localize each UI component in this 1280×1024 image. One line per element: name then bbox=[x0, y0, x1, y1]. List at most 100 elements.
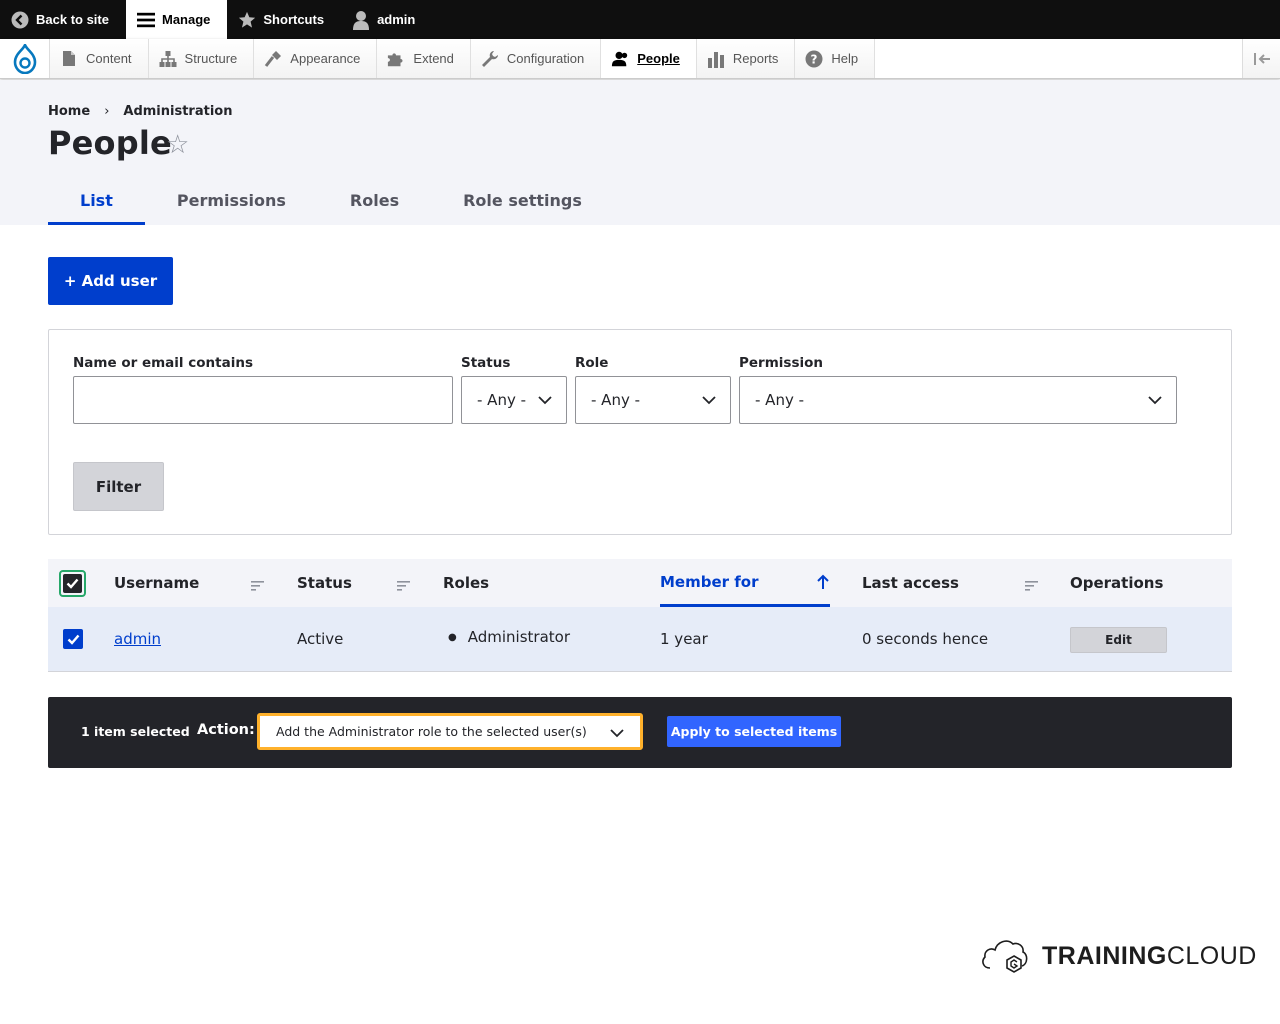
tray-item-reports[interactable]: Reports bbox=[696, 39, 796, 78]
star-icon bbox=[238, 11, 256, 29]
primary-tabs: List Permissions Roles Role settings bbox=[48, 180, 614, 225]
column-operations: Operations bbox=[1070, 574, 1164, 592]
wrench-icon bbox=[481, 50, 499, 68]
column-roles: Roles bbox=[443, 574, 490, 592]
breadcrumb-separator: › bbox=[104, 104, 110, 119]
tab-roles[interactable]: Roles bbox=[318, 180, 431, 225]
apply-button[interactable]: Apply to selected items bbox=[667, 716, 841, 747]
tray-item-people[interactable]: People bbox=[601, 39, 697, 78]
cloud-icon bbox=[980, 934, 1030, 978]
tab-list[interactable]: List bbox=[48, 180, 145, 225]
status-cell: Active bbox=[297, 630, 344, 648]
permission-select-value: - Any - bbox=[755, 391, 805, 409]
chevron-down-icon bbox=[538, 393, 552, 411]
tab-permissions[interactable]: Permissions bbox=[145, 180, 318, 225]
role-select-value: - Any - bbox=[591, 391, 641, 409]
filter-button[interactable]: Filter bbox=[73, 462, 164, 511]
breadcrumb-home[interactable]: Home bbox=[48, 104, 90, 119]
wordmark-normal: CLOUD bbox=[1166, 941, 1257, 970]
tray-item-help[interactable]: ? Help bbox=[795, 39, 876, 78]
action-select[interactable]: Add the Administrator role to the select… bbox=[257, 713, 643, 750]
table-row: admin Active ● Administrator 1 year 0 se… bbox=[48, 607, 1232, 672]
shortcuts-tab[interactable]: Shortcuts bbox=[227, 0, 341, 39]
admin-tray: Content Structure Appearance Extend Conf… bbox=[0, 39, 1280, 79]
svg-text:?: ? bbox=[811, 52, 818, 66]
user-icon bbox=[352, 10, 370, 30]
hamburger-icon bbox=[136, 11, 155, 29]
sort-icon[interactable] bbox=[397, 576, 410, 595]
filter-panel: Name or email contains Status - Any - Ro… bbox=[48, 329, 1232, 535]
sort-icon[interactable] bbox=[251, 576, 264, 595]
user-label: admin bbox=[377, 12, 416, 27]
tray-item-appearance[interactable]: Appearance bbox=[254, 39, 378, 78]
page-title: People bbox=[48, 124, 172, 162]
paintbrush-icon bbox=[264, 50, 282, 68]
people-icon bbox=[611, 50, 629, 68]
drupal-logo-icon[interactable] bbox=[0, 39, 50, 78]
last-access-cell: 0 seconds hence bbox=[862, 630, 989, 648]
chevron-down-icon bbox=[1148, 393, 1162, 411]
column-member-for-label: Member for bbox=[660, 572, 759, 591]
role-select[interactable]: - Any - bbox=[575, 376, 731, 424]
tray-item-structure[interactable]: Structure bbox=[148, 39, 255, 78]
tray-item-configuration[interactable]: Configuration bbox=[470, 39, 602, 78]
selected-count: 1 item selected bbox=[81, 724, 190, 739]
tab-role-settings[interactable]: Role settings bbox=[431, 180, 614, 225]
status-select-value: - Any - bbox=[477, 391, 527, 409]
tray-item-extend[interactable]: Extend bbox=[377, 39, 471, 78]
sitemap-icon bbox=[159, 50, 177, 68]
name-filter-label: Name or email contains bbox=[73, 355, 253, 371]
tray-item-label: Help bbox=[831, 51, 859, 66]
roles-cell: ● Administrator bbox=[448, 605, 570, 669]
column-member-for[interactable]: Member for bbox=[660, 559, 830, 607]
manage-label: Manage bbox=[161, 12, 211, 27]
member-for-cell: 1 year bbox=[660, 630, 708, 648]
trainingcloud-logo: TRAININGCLOUD bbox=[980, 934, 1257, 978]
permission-filter-label: Permission bbox=[739, 355, 823, 371]
chevron-down-icon bbox=[702, 393, 716, 411]
user-tab[interactable]: admin bbox=[341, 0, 432, 39]
back-to-site-link[interactable]: Back to site bbox=[0, 0, 126, 39]
bar-chart-icon bbox=[707, 50, 725, 68]
shortcut-star-icon[interactable]: ☆ bbox=[166, 130, 189, 160]
help-icon: ? bbox=[805, 50, 823, 68]
tray-item-label: Reports bbox=[732, 51, 779, 66]
admin-toolbar: Back to site Manage Shortcuts admin bbox=[0, 0, 1280, 39]
bullet-icon: ● bbox=[448, 631, 457, 643]
role-item: Administrator bbox=[467, 628, 570, 646]
edit-button[interactable]: Edit bbox=[1070, 627, 1167, 653]
tray-item-label: Appearance bbox=[290, 51, 361, 66]
collapse-tray-icon[interactable] bbox=[1242, 39, 1280, 78]
name-email-input[interactable] bbox=[73, 376, 453, 424]
wordmark-bold: TRAINING bbox=[1042, 941, 1167, 970]
select-all-checkbox[interactable] bbox=[59, 570, 86, 597]
row-checkbox[interactable] bbox=[63, 629, 83, 649]
table-header: Username Status Roles Member for Last ac… bbox=[48, 559, 1232, 607]
file-icon bbox=[60, 50, 78, 68]
bulk-action-bar: 1 item selected Action: Add the Administ… bbox=[48, 697, 1232, 768]
manage-tab[interactable]: Manage bbox=[125, 0, 228, 39]
column-username[interactable]: Username bbox=[114, 559, 199, 607]
tray-item-content[interactable]: Content bbox=[50, 39, 149, 78]
column-status[interactable]: Status bbox=[297, 559, 352, 607]
tray-item-label: Content bbox=[86, 51, 132, 66]
add-user-button[interactable]: + Add user bbox=[48, 257, 173, 305]
role-filter-label: Role bbox=[575, 355, 609, 371]
column-last-access[interactable]: Last access bbox=[862, 559, 959, 607]
username-link[interactable]: admin bbox=[114, 630, 161, 648]
tray-item-label: Extend bbox=[413, 51, 454, 66]
tray-spacer bbox=[875, 39, 1242, 78]
breadcrumb-administration[interactable]: Administration bbox=[123, 104, 232, 119]
puzzle-icon bbox=[387, 50, 405, 68]
username-cell: admin bbox=[114, 607, 161, 671]
checkmark-icon bbox=[63, 574, 82, 593]
breadcrumb: Home › Administration bbox=[48, 104, 232, 119]
status-select[interactable]: - Any - bbox=[461, 376, 567, 424]
sort-icon[interactable] bbox=[1025, 576, 1038, 595]
trainingcloud-wordmark: TRAININGCLOUD bbox=[1042, 942, 1257, 971]
shortcuts-label: Shortcuts bbox=[263, 12, 325, 27]
permission-select[interactable]: - Any - bbox=[739, 376, 1177, 424]
status-filter-label: Status bbox=[461, 355, 511, 371]
back-to-site-label: Back to site bbox=[36, 12, 109, 27]
sort-ascending-icon bbox=[816, 574, 830, 594]
